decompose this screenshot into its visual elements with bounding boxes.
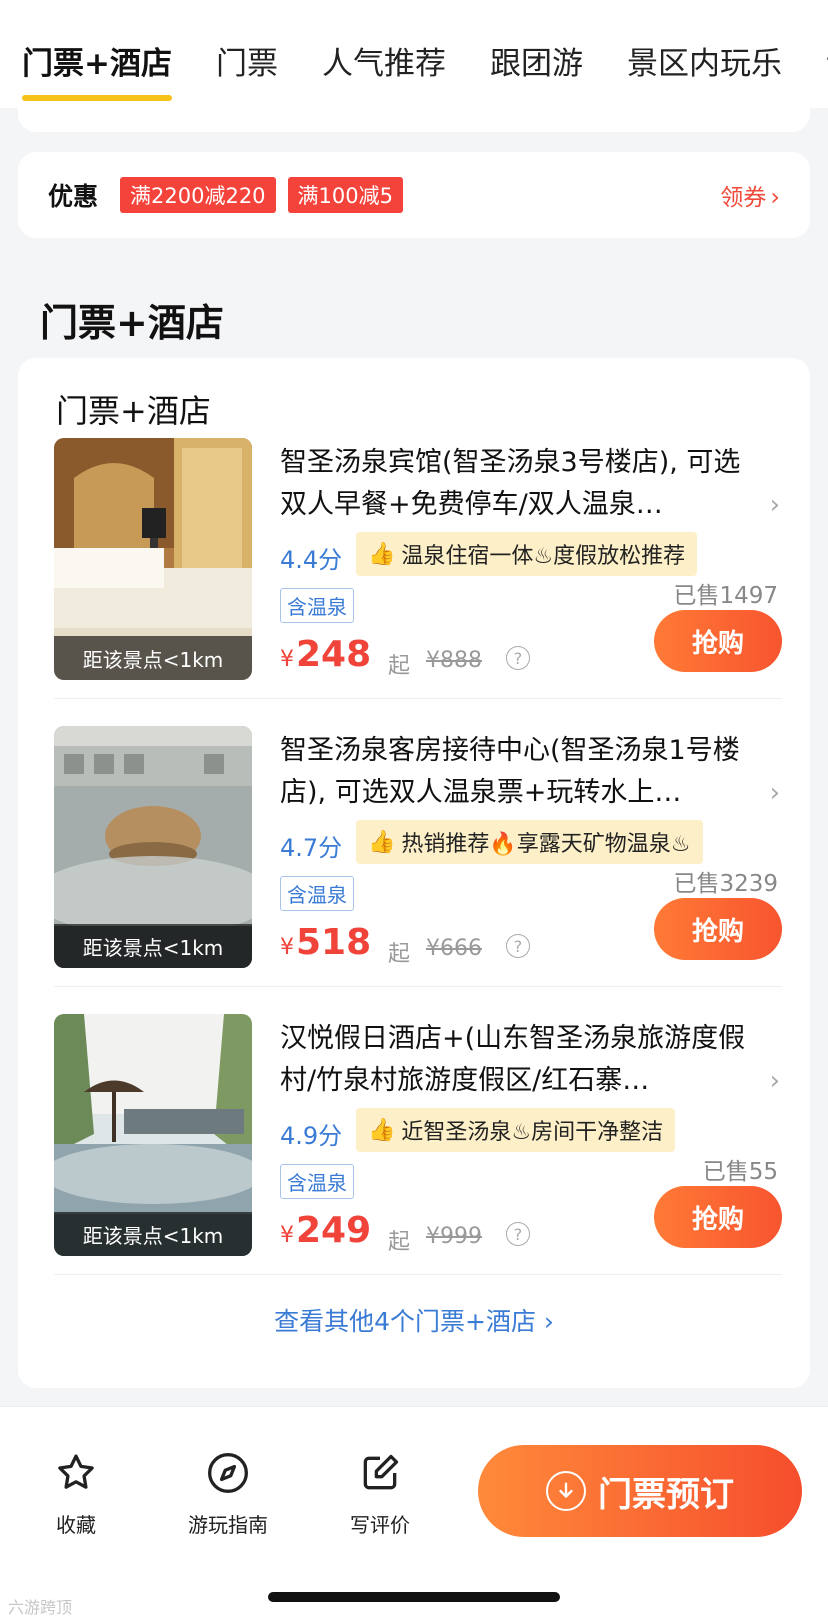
sold-count: 已售3239 bbox=[673, 871, 778, 897]
recommend-badge: 👍 近智圣汤泉♨房间干净整洁 bbox=[356, 1108, 676, 1152]
price-from-label: 起 bbox=[388, 1230, 411, 1255]
bottom-action-bar: 收藏 游玩指南 写评价 门票预订 六游跨顶 bbox=[0, 1406, 828, 1622]
original-price: ¥888 bbox=[426, 648, 482, 673]
coupon-tag: 满2200减220 bbox=[120, 177, 276, 213]
hotel-name: 汉悦假日酒店+(山东智圣汤泉旅游度假村/竹泉村旅游度假区/红石寨… bbox=[280, 1023, 746, 1096]
price: ¥248 bbox=[280, 634, 371, 675]
ticket-hotel-panel: 门票+酒店 距该景点<1km 智圣汤泉宾馆(智圣汤泉3号楼店), 可选双人早餐+… bbox=[18, 358, 810, 1388]
recommend-badge: 👍 温泉住宿一体♨度假放松推荐 bbox=[356, 532, 698, 576]
book-ticket-label: 门票预订 bbox=[598, 1475, 734, 1514]
chevron-right-icon: › bbox=[769, 1066, 780, 1096]
download-icon bbox=[546, 1471, 586, 1511]
chevron-right-icon: › bbox=[770, 183, 780, 211]
price-value: 518 bbox=[296, 922, 372, 963]
price-from-label: 起 bbox=[388, 654, 411, 679]
distance-badge: 距该景点<1km bbox=[54, 636, 252, 680]
compass-icon bbox=[208, 1453, 248, 1493]
get-coupon-label: 领券 bbox=[720, 185, 767, 211]
sold-count: 已售55 bbox=[702, 1159, 778, 1185]
currency-symbol: ¥ bbox=[280, 935, 294, 960]
guide-button[interactable]: 游玩指南 bbox=[168, 1451, 288, 1538]
chevron-right-icon: › bbox=[769, 778, 780, 808]
rating-score: 4.4分 bbox=[280, 546, 343, 574]
thumbs-up-icon: 👍 bbox=[368, 1117, 396, 1143]
favorite-label: 收藏 bbox=[56, 1513, 96, 1537]
divider bbox=[54, 986, 782, 987]
panel-title: 门票+酒店 bbox=[56, 392, 211, 430]
get-coupon-link[interactable]: 领券 › bbox=[720, 178, 780, 212]
tab-group-tour[interactable]: 跟团游 bbox=[490, 0, 583, 108]
tab-popular[interactable]: 人气推荐 bbox=[322, 0, 446, 108]
view-more-link[interactable]: 查看其他4个门票+酒店 › bbox=[18, 1302, 810, 1338]
price: ¥518 bbox=[280, 922, 371, 963]
distance-badge: 距该景点<1km bbox=[54, 1212, 252, 1256]
rating-score: 4.7分 bbox=[280, 834, 343, 862]
recommend-text: 近智圣汤泉♨房间干净整洁 bbox=[401, 1120, 664, 1145]
tab-label: 人气推荐 bbox=[321, 46, 446, 82]
favorite-button[interactable]: 收藏 bbox=[16, 1451, 136, 1538]
book-ticket-button[interactable]: 门票预订 bbox=[478, 1445, 802, 1537]
recommend-badge: 👍 热销推荐🔥享露天矿物温泉♨ bbox=[356, 820, 703, 864]
question-icon[interactable]: ? bbox=[506, 1222, 530, 1246]
write-review-label: 写评价 bbox=[350, 1513, 410, 1537]
coupon-title: 优惠 bbox=[48, 182, 99, 211]
hot-spring-tag: 含温泉 bbox=[280, 876, 354, 911]
recommend-text: 热销推荐🔥享露天矿物温泉♨ bbox=[401, 832, 691, 857]
price: ¥249 bbox=[280, 1210, 371, 1251]
tab-label: 门票+酒店 bbox=[22, 46, 172, 82]
thumbs-up-icon: 👍 bbox=[368, 829, 396, 855]
tab-label: 跟团游 bbox=[489, 46, 583, 82]
tab-ticket[interactable]: 门票 bbox=[216, 0, 278, 108]
home-indicator bbox=[268, 1592, 560, 1602]
tab-in-park-fun[interactable]: 景区内玩乐 bbox=[627, 0, 782, 108]
buy-now-button[interactable]: 抢购 bbox=[654, 898, 782, 960]
chevron-right-icon: › bbox=[769, 490, 780, 520]
currency-symbol: ¥ bbox=[280, 647, 294, 672]
star-icon bbox=[58, 1454, 94, 1489]
recommend-text: 温泉住宿一体♨度假放松推荐 bbox=[401, 544, 686, 569]
hotel-name: 智圣汤泉客房接待中心(智圣汤泉1号楼店), 可选双人温泉票+玩转水上… bbox=[280, 735, 740, 808]
hot-spring-tag: 含温泉 bbox=[280, 1164, 354, 1199]
coupon-row[interactable]: 优惠 满2200减220 满100减5 领券 › bbox=[18, 152, 810, 238]
list-item[interactable]: 距该景点<1km 智圣汤泉客房接待中心(智圣汤泉1号楼店), 可选双人温泉票+玩… bbox=[54, 726, 782, 1026]
divider bbox=[54, 698, 782, 699]
write-review-button[interactable]: 写评价 bbox=[320, 1451, 440, 1538]
hotel-name: 智圣汤泉宾馆(智圣汤泉3号楼店), 可选双人早餐+免费停车/双人温泉… bbox=[280, 447, 741, 520]
distance-badge: 距该景点<1km bbox=[54, 924, 252, 968]
guide-label: 游玩指南 bbox=[188, 1513, 268, 1537]
thumbs-up-icon: 👍 bbox=[368, 541, 396, 567]
watermark: 六游跨顶 bbox=[8, 1598, 73, 1617]
hot-spring-image: 距该景点<1km bbox=[54, 726, 252, 968]
tab-label: 门票 bbox=[215, 46, 278, 82]
resort-image: 距该景点<1km bbox=[54, 1014, 252, 1256]
tab-ticket-hotel[interactable]: 门票+酒店 bbox=[22, 0, 172, 108]
original-price: ¥999 bbox=[426, 1224, 482, 1249]
section-title: 门票+酒店 bbox=[40, 301, 224, 345]
buy-now-button[interactable]: 抢购 bbox=[654, 1186, 782, 1248]
active-tab-indicator bbox=[22, 95, 172, 101]
divider bbox=[54, 1274, 782, 1275]
edit-icon bbox=[363, 1454, 399, 1490]
sold-count: 已售1497 bbox=[673, 583, 778, 609]
list-item[interactable]: 距该景点<1km 汉悦假日酒店+(山东智圣汤泉旅游度假村/竹泉村旅游度假区/红石… bbox=[54, 1014, 782, 1314]
coupon-tag: 满100减5 bbox=[287, 177, 403, 213]
currency-symbol: ¥ bbox=[280, 1223, 294, 1248]
original-price: ¥666 bbox=[426, 936, 482, 961]
question-icon[interactable]: ? bbox=[506, 646, 530, 670]
previous-card-edge bbox=[18, 108, 810, 132]
rating-score: 4.9分 bbox=[280, 1122, 343, 1150]
price-value: 249 bbox=[296, 1210, 372, 1251]
price-value: 248 bbox=[296, 634, 372, 675]
top-tab-bar: 门票+酒店 门票 人气推荐 跟团游 景区内玩乐 评 bbox=[0, 0, 828, 108]
question-icon[interactable]: ? bbox=[506, 934, 530, 958]
price-from-label: 起 bbox=[388, 942, 411, 967]
list-item[interactable]: 距该景点<1km 智圣汤泉宾馆(智圣汤泉3号楼店), 可选双人早餐+免费停车/双… bbox=[54, 438, 782, 738]
hotel-room-image: 距该景点<1km bbox=[54, 438, 252, 680]
buy-now-button[interactable]: 抢购 bbox=[654, 610, 782, 672]
tab-label: 景区内玩乐 bbox=[626, 46, 782, 82]
hot-spring-tag: 含温泉 bbox=[280, 588, 354, 623]
